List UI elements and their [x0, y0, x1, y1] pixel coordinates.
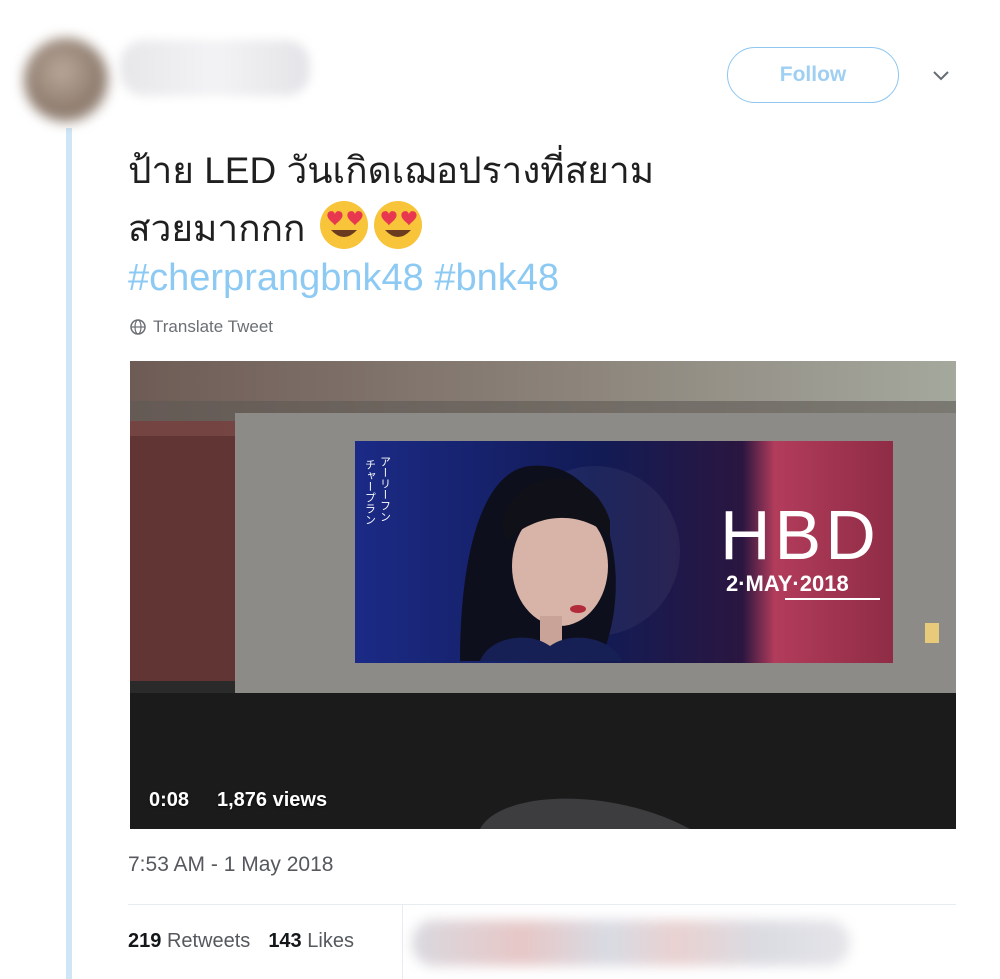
video-views: 1,876 views — [217, 789, 328, 811]
translate-tweet-label: Translate Tweet — [153, 317, 274, 336]
retweets-stat[interactable]: 219 Retweets — [128, 930, 250, 953]
hashtag-list: #cherprangbnk48 #bnk48 — [128, 250, 559, 306]
tweet-text-line-1: ป้าย LED วันเกิดเฌอปรางที่สยาม — [128, 150, 655, 191]
tweet-text: ป้าย LED วันเกิดเฌอปรางที่สยาม สวยมากกก — [128, 143, 868, 257]
retweets-label: Retweets — [166, 930, 251, 952]
chevron-down-icon[interactable] — [929, 64, 953, 88]
follow-button[interactable]: Follow — [727, 47, 899, 103]
video-frame: アーリーフン チャープラン HBD 2·MAY·2018 — [130, 361, 956, 829]
hashtag-bnk48[interactable]: #bnk48 — [434, 257, 559, 299]
tweet-text-line-2: สวยมากกก — [128, 199, 868, 257]
heart-eyes-emoji — [373, 201, 422, 249]
heart-eyes-emoji — [319, 201, 368, 249]
screen-vertical-text-1: アーリーフン — [379, 456, 392, 522]
retweets-count: 219 — [128, 930, 162, 952]
stats-vertical-divider — [402, 904, 403, 979]
likes-label: Likes — [307, 930, 354, 952]
screen-hbd-text: HBD — [720, 496, 880, 574]
thread-line — [66, 128, 72, 979]
avatar[interactable] — [24, 38, 108, 122]
tweet-stats: 219 Retweets 143 Likes — [128, 930, 354, 953]
stats-divider — [128, 904, 956, 905]
liker-avatars-blurred[interactable] — [412, 920, 850, 966]
video-time: 0:08 — [149, 789, 190, 811]
tweet-text-line-2-text: สวยมากกก — [128, 208, 306, 249]
translate-tweet-link[interactable]: Translate Tweet — [130, 316, 273, 338]
likes-count: 143 — [268, 930, 302, 952]
globe-icon — [130, 319, 146, 335]
hashtag-cherprangbnk48[interactable]: #cherprangbnk48 — [128, 257, 424, 299]
user-name-blurred[interactable] — [120, 40, 310, 96]
likes-stat[interactable]: 143 Likes — [268, 930, 354, 953]
video-player[interactable]: アーリーフン チャープラン HBD 2·MAY·2018 0:08 1,876 … — [130, 361, 956, 829]
screen-vertical-text-2: チャープラン — [364, 459, 377, 525]
tweet-timestamp[interactable]: 7:53 AM - 1 May 2018 — [128, 853, 333, 877]
screen-date-text: 2·MAY·2018 — [726, 571, 849, 596]
screen-date-underline — [785, 598, 880, 600]
